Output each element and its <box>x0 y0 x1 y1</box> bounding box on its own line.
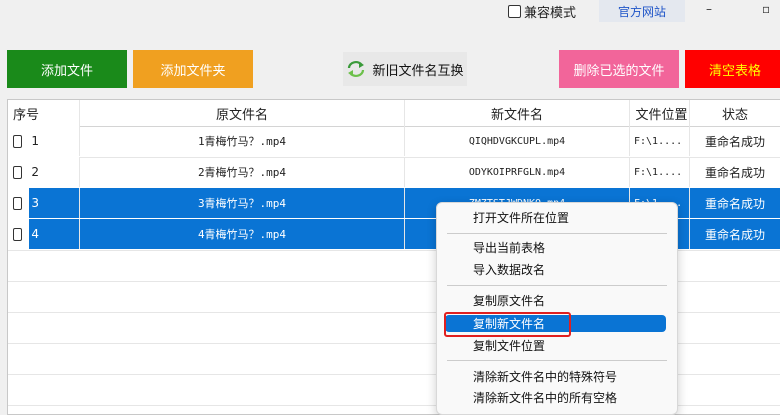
title-bar: 兼容模式 官方网站 – ▫ <box>0 0 780 28</box>
header-new[interactable]: 新文件名 <box>405 100 630 126</box>
row-orig-name: 4青梅竹马？.mp4 <box>80 219 405 249</box>
compat-checkbox[interactable] <box>508 4 521 18</box>
header-status[interactable]: 状态 <box>690 100 780 126</box>
orig-name-text: 3青梅竹马？.mp4 <box>197 197 287 210</box>
row-checkbox[interactable] <box>13 196 23 210</box>
menu-clear-spaces[interactable]: 清除新文件名中的所有空格 <box>445 389 666 406</box>
menu-copy-orig-name[interactable]: 复制原文件名 <box>445 292 666 309</box>
row-location: F:\1.... <box>630 126 690 156</box>
menu-separator <box>447 233 667 234</box>
row-orig-name: 2青梅竹马？.mp4 <box>80 157 405 187</box>
table-header: 序号 原文件名 新文件名 文件位置 状态 <box>8 100 780 127</box>
menu-separator <box>447 285 667 286</box>
header-orig[interactable]: 原文件名 <box>80 100 405 126</box>
row-checkbox[interactable] <box>13 165 23 179</box>
delete-selected-button[interactable]: 删除已选的文件 <box>559 50 679 88</box>
row-new-name: ODYKOIPRFGLN.mp4 <box>405 157 630 187</box>
orig-name-text: 1青梅竹马？.mp4 <box>197 135 287 148</box>
orig-name-text: 4青梅竹马？.mp4 <box>197 228 287 241</box>
menu-separator <box>447 360 667 361</box>
row-location: F:\1.... <box>630 157 690 187</box>
row-new-name: QIQHDVGKCUPL.mp4 <box>405 126 630 156</box>
swap-icon <box>348 61 365 77</box>
table-row[interactable]: 1 1青梅竹马？.mp4 QIQHDVGKCUPL.mp4 F:\1.... 重命名成功 <box>8 126 780 158</box>
header-num[interactable]: 序号 <box>8 100 80 126</box>
row-num-cell[interactable]: 1 <box>8 126 80 156</box>
menu-import-rename[interactable]: 导入数据改名 <box>445 261 666 278</box>
orig-name-text: 2青梅竹马？.mp4 <box>197 166 287 179</box>
row-num-cell[interactable]: 2 <box>8 157 80 187</box>
context-menu: 打开文件所在位置 导出当前表格 导入数据改名 复制原文件名 复制新文件名 复制文… <box>436 202 678 415</box>
maximize-button[interactable]: ▫ <box>762 2 770 16</box>
row-status: 重命名成功 <box>690 188 780 218</box>
row-num: 3 <box>29 188 79 218</box>
menu-export-table[interactable]: 导出当前表格 <box>445 239 666 256</box>
row-orig-name: 3青梅竹马？.mp4 <box>80 188 405 218</box>
row-num: 4 <box>29 219 79 249</box>
official-site-link[interactable]: 官方网站 <box>599 0 685 22</box>
row-orig-name: 1青梅竹马？.mp4 <box>80 126 405 156</box>
row-num-cell[interactable]: 3 <box>8 188 80 218</box>
minimize-button[interactable]: – <box>706 2 712 16</box>
row-checkbox[interactable] <box>13 227 23 241</box>
row-num: 1 <box>31 134 39 148</box>
swap-label: 新旧文件名互换 <box>372 63 464 79</box>
clear-table-button[interactable]: 清空表格 <box>685 50 780 88</box>
add-folder-button[interactable]: 添加文件夹 <box>133 50 253 88</box>
add-file-button[interactable]: 添加文件 <box>7 50 127 88</box>
row-status: 重命名成功 <box>690 126 780 156</box>
compat-mode-toggle[interactable]: 兼容模式 <box>508 2 577 21</box>
menu-open-location[interactable]: 打开文件所在位置 <box>445 209 666 226</box>
menu-clear-special-chars[interactable]: 清除新文件名中的特殊符号 <box>445 368 666 385</box>
row-num-cell[interactable]: 4 <box>8 219 80 249</box>
row-status: 重命名成功 <box>690 219 780 249</box>
row-status: 重命名成功 <box>690 157 780 187</box>
menu-copy-location[interactable]: 复制文件位置 <box>445 337 666 354</box>
compat-label: 兼容模式 <box>524 5 577 21</box>
row-num: 2 <box>31 165 39 179</box>
table-row[interactable]: 2 2青梅竹马？.mp4 ODYKOIPRFGLN.mp4 F:\1.... 重命名成功 <box>8 157 780 189</box>
swap-names-button[interactable]: 新旧文件名互换 <box>343 52 467 86</box>
header-location[interactable]: 文件位置 <box>630 100 690 126</box>
highlight-annotation-box <box>444 312 571 337</box>
row-checkbox[interactable] <box>13 134 23 148</box>
